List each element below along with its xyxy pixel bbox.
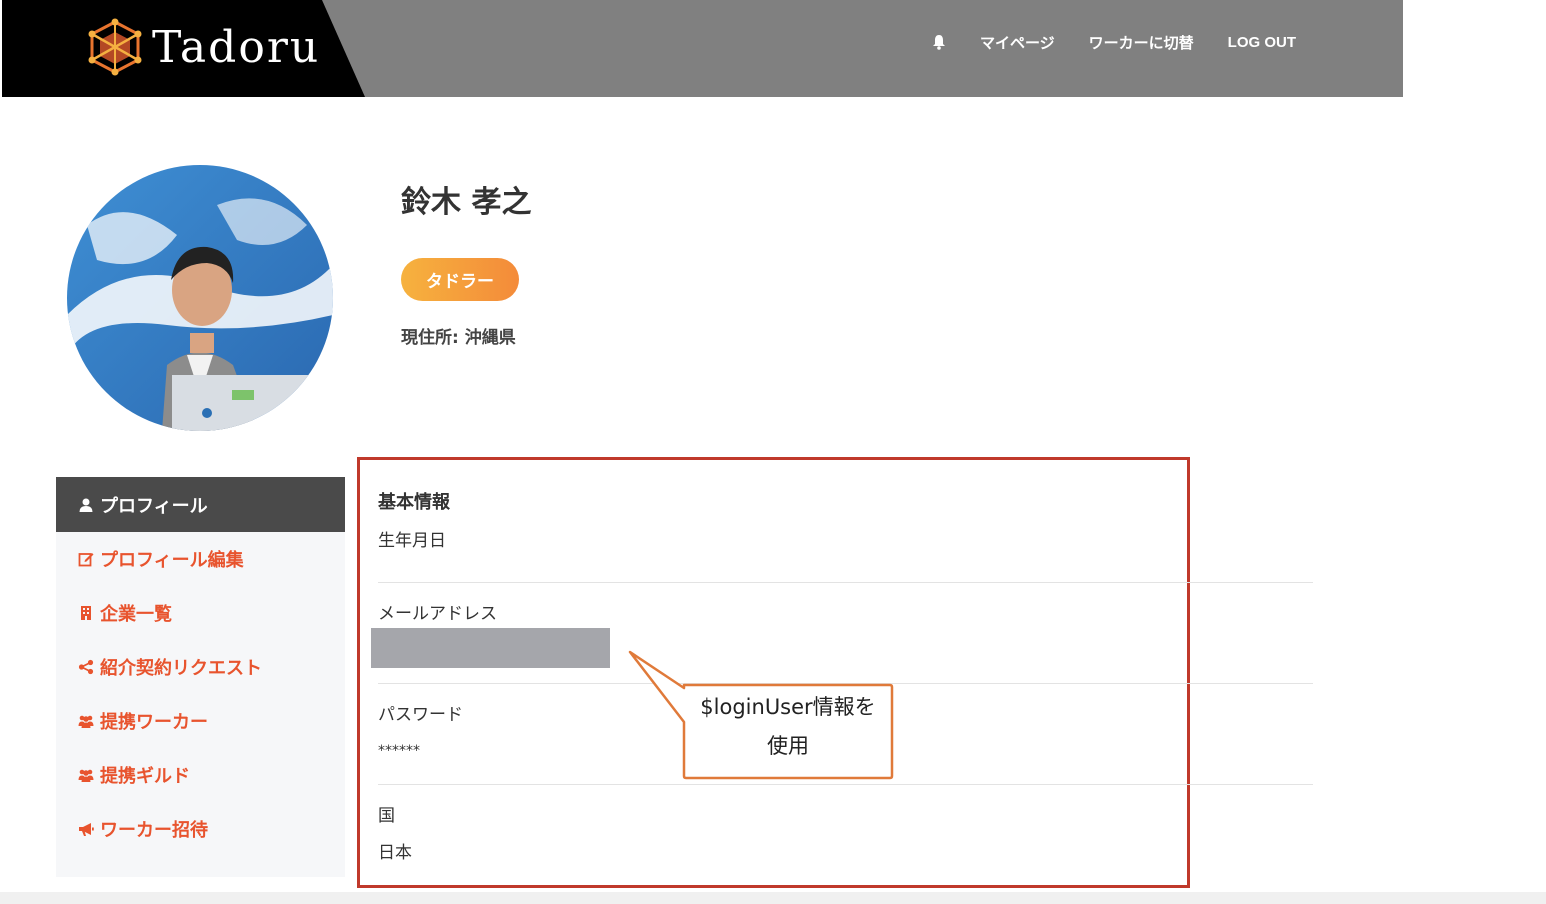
profile-location: 現住所: 沖縄県: [401, 328, 516, 348]
sidebar-item-partner-guilds[interactable]: 提携ギルド: [56, 748, 345, 802]
sidebar-item-label: 提携ワーカー: [100, 712, 208, 733]
tadoru-logo-icon: [88, 18, 142, 76]
callout-text: $loginUser情報を 使用: [684, 688, 892, 766]
sidebar-item-profile-edit[interactable]: プロフィール編集: [56, 532, 345, 586]
callout-line-1: $loginUser情報を: [700, 695, 876, 719]
country-label: 国: [378, 806, 395, 826]
header-nav: マイページ ワーカーに切替 LOG OUT: [932, 28, 1296, 56]
sidebar-item-profile[interactable]: プロフィール: [56, 477, 345, 532]
sidebar-item-label: 紹介契約リクエスト: [100, 658, 262, 679]
sidebar-item-partner-workers[interactable]: 提携ワーカー: [56, 694, 345, 748]
bottom-bar: [0, 892, 1546, 904]
sidebar-item-companies[interactable]: 企業一覧: [56, 586, 345, 640]
role-badge: タドラー: [401, 258, 519, 301]
profile-name: 鈴木 孝之: [401, 185, 532, 220]
sidebar-item-label: 企業一覧: [100, 604, 172, 625]
sidebar-item-label: プロフィール編集: [100, 550, 244, 571]
nav-switch-worker[interactable]: ワーカーに切替: [1089, 32, 1194, 53]
sidebar-item-label: プロフィール: [100, 495, 208, 517]
callout-line-2: 使用: [767, 734, 809, 758]
nav-logout[interactable]: LOG OUT: [1228, 34, 1296, 51]
divider: [378, 582, 1313, 583]
sidebar-item-label: ワーカー招待: [100, 820, 208, 841]
edit-icon: [78, 553, 94, 567]
avatar: [67, 165, 333, 431]
password-label: パスワード: [378, 705, 463, 725]
sidebar-item-label: 提携ギルド: [100, 766, 190, 787]
building-icon: [81, 606, 91, 620]
birthdate-label: 生年月日: [378, 531, 446, 551]
logo-text: Tadoru: [152, 22, 321, 73]
users-icon: [78, 715, 94, 728]
profile-sidebar: プロフィール プロフィール編集 企業一覧 紹介契約リクエスト 提携ワーカー 提携…: [56, 477, 345, 877]
section-title-basic-info: 基本情報: [378, 492, 450, 513]
email-label: メールアドレス: [378, 604, 497, 624]
password-value: ******: [378, 743, 420, 759]
avatar-photo: [67, 165, 333, 431]
bell-icon[interactable]: [932, 34, 946, 50]
user-icon: [79, 498, 93, 512]
top-header: Tadoru マイページ ワーカーに切替 LOG OUT: [2, 0, 1403, 97]
logo-area[interactable]: Tadoru: [2, 0, 365, 97]
nav-my-page[interactable]: マイページ: [980, 32, 1055, 53]
share-icon: [78, 659, 94, 675]
megaphone-icon: [79, 823, 94, 836]
users-icon: [78, 769, 94, 782]
email-value-redacted: [371, 628, 610, 668]
sidebar-item-referral-request[interactable]: 紹介契約リクエスト: [56, 640, 345, 694]
country-value: 日本: [378, 843, 412, 863]
sidebar-item-invite-worker[interactable]: ワーカー招待: [56, 802, 345, 856]
